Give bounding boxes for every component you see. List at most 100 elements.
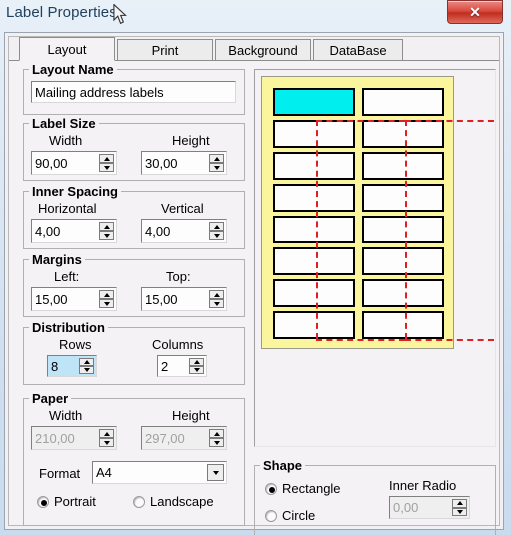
margin-left-input[interactable]: 15,00 [31,287,117,311]
columns-spinner[interactable] [189,358,204,374]
spinner-up-icon[interactable] [99,154,114,163]
inner-radio-input: 0,00 [389,496,470,519]
margin-left-spinner[interactable] [99,290,114,308]
tab-background[interactable]: Background [215,39,311,60]
inner-spacing-vertical-value: 4,00 [145,223,171,239]
spinner-up-icon [209,429,224,438]
preview-guide-horizontal [315,339,405,341]
tab-page-layout: Layout Name Mailing address labels Label… [9,61,499,535]
spinner-down-icon[interactable] [209,231,224,240]
margin-top-spinner[interactable] [209,290,224,308]
preview-label-cell[interactable] [273,279,355,308]
shape-circle-radio[interactable]: Circle [265,508,315,523]
preview-label-cell[interactable] [273,88,355,116]
label-width-input[interactable]: 90,00 [31,151,117,175]
tab-layout[interactable]: Layout [19,37,115,61]
preview-guide-vertical [404,119,407,339]
columns-input[interactable]: 2 [157,355,207,377]
label-width-value: 90,00 [35,155,68,171]
preview-label-cell[interactable] [273,247,355,276]
paper-width-input: 210,00 [31,426,117,450]
margin-top-value: 15,00 [145,291,178,307]
distribution-columns-label: Columns [152,337,204,352]
layout-name-input[interactable]: Mailing address labels [31,81,236,103]
title-bar[interactable]: Label Properties ✕ [0,0,511,32]
preview-guide-horizontal [404,119,494,122]
shape-rectangle-radio[interactable]: Rectangle [265,481,341,496]
preview-label-cell[interactable] [362,215,444,244]
columns-value: 2 [161,358,169,374]
preview-label-cell[interactable] [273,311,355,339]
rows-input[interactable]: 8 [47,355,97,377]
tab-database-label: DataBase [329,42,387,58]
inner-spacing-vertical-input[interactable]: 4,00 [141,219,227,243]
label-height-value: 30,00 [145,155,178,171]
group-inner-spacing-title: Inner Spacing [29,184,121,199]
preview-label-cell[interactable] [273,183,355,212]
orientation-portrait-radio[interactable]: Portrait [37,494,96,509]
preview-label-cell[interactable] [362,88,444,116]
preview-label-cell[interactable] [362,183,444,212]
preview-label-cell[interactable] [273,119,355,148]
radio-dot-icon [265,482,277,495]
spinner-down-icon[interactable] [189,366,204,374]
rows-spinner[interactable] [79,358,94,374]
label-size-height-label: Height [172,133,210,148]
orientation-landscape-radio[interactable]: Landscape [133,494,214,509]
group-shape-title: Shape [260,458,306,473]
chevron-down-icon[interactable] [207,464,224,481]
spinner-down-icon[interactable] [99,231,114,240]
inner-spacing-vertical-spinner[interactable] [209,222,224,240]
dialog-client: Layout Print Background DataBase Layout [4,32,504,535]
inner-spacing-vertical-label: Vertical [161,201,204,216]
spinner-up-icon[interactable] [99,290,114,299]
paper-height-spinner [209,429,224,447]
preview-label-cell[interactable] [362,151,444,180]
paper-width-spinner [99,429,114,447]
close-icon: ✕ [469,3,481,20]
preview-label-cell[interactable] [362,119,444,148]
label-size-width-label: Width [49,133,83,148]
inner-spacing-horizontal-input[interactable]: 4,00 [31,219,117,243]
preview-label-cell[interactable] [273,215,355,244]
margins-top-label: Top: [166,269,191,284]
spinner-down-icon [209,438,224,447]
paper-height-value: 297,00 [145,430,185,446]
preview-label-cell[interactable] [273,151,355,180]
preview-paper [261,76,494,349]
spinner-down-icon[interactable] [79,366,94,374]
preview-label-cell[interactable] [362,279,444,308]
inner-spacing-horizontal-spinner[interactable] [99,222,114,240]
spinner-up-icon[interactable] [209,154,224,163]
spinner-down-icon[interactable] [209,299,224,308]
spinner-down-icon[interactable] [99,299,114,308]
spinner-up-icon [452,499,467,508]
inner-spacing-horizontal-value: 4,00 [35,223,61,239]
spinner-up-icon[interactable] [99,222,114,231]
tab-print[interactable]: Print [117,39,213,60]
close-button[interactable]: ✕ [447,0,503,24]
spinner-down-icon[interactable] [99,163,114,172]
label-layout-preview[interactable] [254,69,496,447]
spinner-up-icon[interactable] [209,222,224,231]
spinner-down-icon[interactable] [209,163,224,172]
tab-print-label: Print [151,42,179,58]
margin-top-input[interactable]: 15,00 [141,287,227,311]
preview-label-cell[interactable] [362,311,444,339]
shape-circle-label: Circle [282,508,316,523]
spinner-up-icon[interactable] [209,290,224,299]
tab-database[interactable]: DataBase [313,39,403,60]
inner-spacing-horizontal-label: Horizontal [38,201,97,216]
paper-format-select[interactable]: A4 [92,461,227,484]
label-height-spinner[interactable] [209,154,224,172]
spinner-up-icon [99,429,114,438]
orientation-portrait-label: Portrait [54,494,96,509]
preview-label-cell[interactable] [362,247,444,276]
spinner-up-icon[interactable] [79,358,94,366]
rows-value: 8 [51,358,59,374]
label-height-input[interactable]: 30,00 [141,151,227,175]
label-width-spinner[interactable] [99,154,114,172]
margins-left-label: Left: [54,269,80,284]
spinner-down-icon [99,438,114,447]
spinner-up-icon[interactable] [189,358,204,366]
